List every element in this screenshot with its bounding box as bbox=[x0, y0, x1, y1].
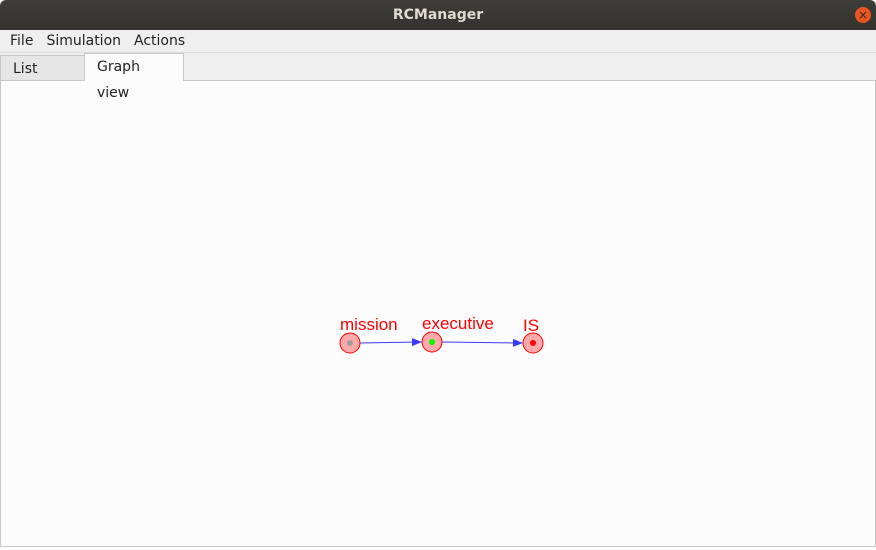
menu-simulation[interactable]: Simulation bbox=[36, 31, 128, 49]
tab-list-view[interactable]: List view bbox=[0, 55, 86, 103]
graph-canvas[interactable]: mission executive IS bbox=[0, 81, 876, 547]
graph-svg: mission executive IS bbox=[339, 314, 544, 354]
status-dot bbox=[429, 339, 435, 345]
edge-executive-is bbox=[441, 338, 524, 347]
node-label: executive bbox=[422, 314, 494, 333]
tab-bar: List view Graph view bbox=[0, 53, 876, 103]
window-title: RCManager bbox=[392, 7, 484, 23]
tab-graph-view[interactable]: Graph view bbox=[84, 53, 184, 101]
status-dot bbox=[530, 340, 536, 346]
edge-mission-executive bbox=[359, 338, 423, 347]
menu-actions[interactable]: Actions bbox=[124, 31, 192, 49]
node-label: mission bbox=[340, 315, 398, 334]
title-bar: RCManager × bbox=[0, 0, 876, 30]
menu-bar: File Simulation Actions bbox=[0, 30, 876, 53]
close-icon[interactable]: × bbox=[855, 7, 871, 23]
status-dot bbox=[347, 340, 353, 346]
node-mission[interactable]: mission bbox=[339, 315, 398, 354]
node-is[interactable]: IS bbox=[522, 316, 544, 354]
node-label: IS bbox=[523, 316, 539, 335]
node-executive[interactable]: executive bbox=[421, 314, 494, 353]
menu-file[interactable]: File bbox=[0, 31, 40, 49]
